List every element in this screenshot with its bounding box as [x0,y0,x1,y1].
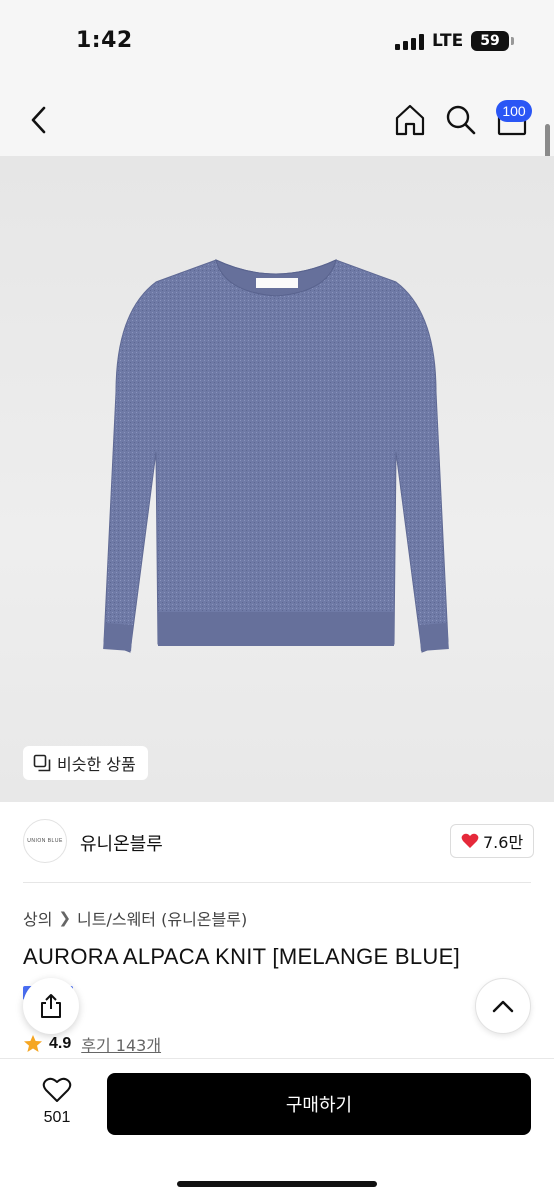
store-name-link[interactable]: 유니온블루 [80,830,163,856]
network-label: LTE [432,31,464,51]
signal-icon [395,34,425,50]
battery-icon: 59 [471,31,514,51]
clock: 1:42 [76,28,133,53]
store-like-count: 7.6만 [483,833,524,852]
chevron-up-icon [492,1000,514,1013]
buy-button[interactable]: 구매하기 [107,1073,531,1135]
breadcrumb-item[interactable]: 상의 [23,906,52,930]
store-logo-text: UNION BLUE [27,838,63,844]
heart-outline-icon [42,1077,72,1102]
similar-products-label: 비슷한 상품 [57,755,136,774]
sweater-image [103,259,449,653]
status-bar: 1:42 LTE 59 [0,0,554,84]
breadcrumb-item[interactable]: 니트/스웨터 (유니온블루) [77,906,247,930]
product-title: AURORA ALPACA KNIT [MELANGE BLUE] [23,944,461,969]
store-logo[interactable]: UNION BLUE [23,819,67,863]
chevron-right-icon: ❯ [58,909,72,927]
breadcrumb: 상의 ❯ 니트/스웨터 (유니온블루) [23,906,247,930]
top-nav-bar: 100 [0,84,554,156]
star-icon [24,1035,42,1052]
search-button[interactable] [444,102,478,138]
home-icon [395,104,425,136]
similar-items-icon [33,754,51,772]
reviews-link[interactable]: 후기 143개 [81,1032,161,1056]
divider [23,882,531,883]
rating-row: 4.9 후기 143개 [23,1032,161,1056]
home-indicator[interactable] [177,1181,377,1187]
similar-products-button[interactable]: 비슷한 상품 [23,746,148,780]
scroll-to-top-button[interactable] [475,978,531,1034]
bottom-action-bar: 501 구매하기 [0,1058,554,1200]
home-button[interactable] [392,102,428,138]
search-icon [446,105,476,135]
cart-count-badge: 100 [496,100,532,122]
store-row: UNION BLUE 유니온블루 7.6만 [0,802,554,882]
store-like-button[interactable]: 7.6만 [450,824,535,858]
back-button[interactable] [26,104,54,136]
share-icon [41,994,61,1018]
product-image[interactable]: 비슷한 상품 [0,156,554,802]
rating-value: 4.9 [49,1035,72,1052]
wishlist-button[interactable]: 501 [30,1077,84,1137]
buy-button-label: 구매하기 [285,1095,353,1116]
back-icon [31,106,46,134]
wishlist-count: 501 [43,1109,71,1126]
heart-icon [461,833,479,848]
share-button[interactable] [23,978,79,1034]
